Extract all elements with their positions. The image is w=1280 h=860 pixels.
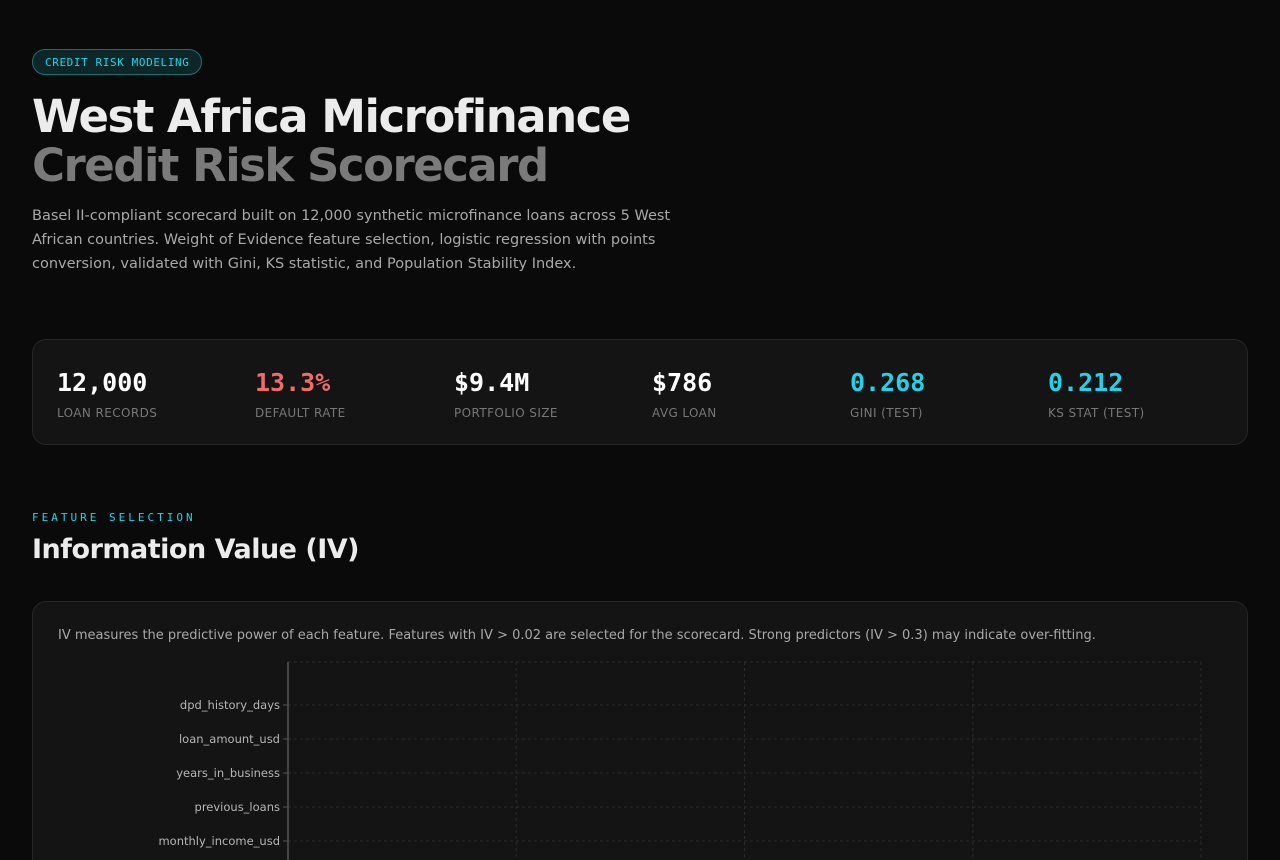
stat-label: PORTFOLIO SIZE [454, 406, 558, 420]
stat-gini-test: 0.268 GINI (TEST) [850, 368, 925, 420]
stat-portfolio-size: $9.4M PORTFOLIO SIZE [454, 368, 558, 420]
stat-value: $786 [652, 368, 713, 397]
section-kicker: FEATURE SELECTION [32, 511, 196, 524]
stat-label: AVG LOAN [652, 406, 717, 420]
stat-label: DEFAULT RATE [255, 406, 346, 420]
y-tick-label: previous_loans [195, 800, 280, 814]
stat-label: LOAN RECORDS [57, 406, 158, 420]
stat-label: KS STAT (TEST) [1048, 406, 1145, 420]
iv-bar-chart: dpd_history_days loan_amount_usd years_in_… [158, 661, 1202, 860]
iv-chart-card: IV measures the predictive power of each… [32, 601, 1248, 860]
page-title: West Africa Microfinance Credit Risk Sco… [32, 90, 631, 192]
category-badge: CREDIT RISK MODELING [32, 49, 203, 75]
stat-loan-records: 12,000 LOAN RECORDS [57, 368, 157, 420]
stat-ks-test: 0.212 KS STAT (TEST) [1048, 368, 1145, 420]
stat-label: GINI (TEST) [850, 406, 923, 420]
page: CREDIT RISK MODELING West Africa Microfi… [0, 0, 1280, 860]
stat-value: 0.212 [1048, 368, 1124, 397]
y-tick-label: dpd_history_days [180, 698, 280, 712]
y-tick-label: loan_amount_usd [179, 732, 280, 746]
stat-default-rate: 13.3% DEFAULT RATE [255, 368, 346, 420]
y-tick-label: years_in_business [176, 766, 280, 780]
y-tick-label: monthly_income_usd [158, 834, 280, 848]
page-description: Basel II-compliant scorecard built on 12… [32, 208, 671, 272]
stat-value: 12,000 [57, 368, 148, 397]
title-line-1: West Africa Microfinance [32, 90, 631, 143]
stat-value: $9.4M [454, 368, 530, 397]
stat-avg-loan: $786 AVG LOAN [652, 368, 717, 420]
title-line-2: Credit Risk Scorecard [32, 139, 549, 192]
stats-panel: 12,000 LOAN RECORDS 13.3% DEFAULT RATE $… [32, 339, 1248, 445]
stat-value: 0.268 [850, 368, 926, 397]
stat-value: 13.3% [255, 368, 331, 397]
section-title: Information Value (IV) [32, 534, 360, 565]
